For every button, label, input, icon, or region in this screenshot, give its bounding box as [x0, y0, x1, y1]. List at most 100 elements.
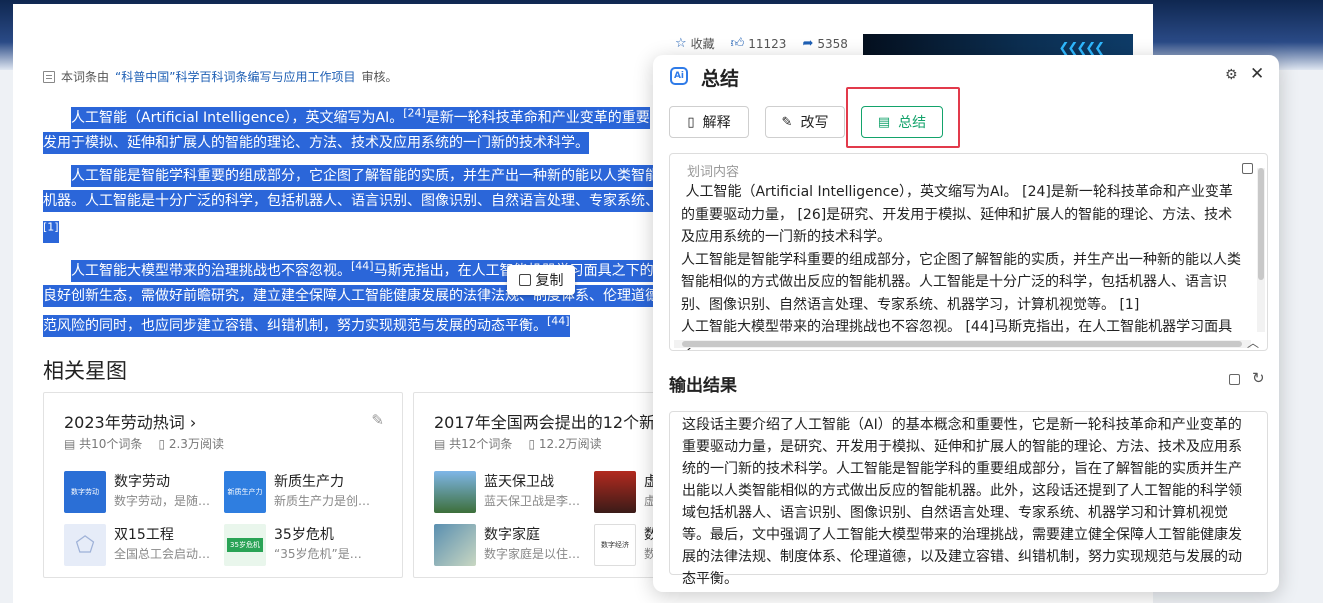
item-name: 双15工程: [114, 527, 174, 543]
copy-button[interactable]: 复制: [507, 265, 575, 295]
like-button[interactable]: 👍︎ 11123: [731, 36, 787, 51]
item-thumbnail: 数字经济: [594, 524, 636, 566]
citation-link[interactable]: [24]: [403, 106, 426, 119]
close-icon[interactable]: ✕: [1250, 64, 1264, 84]
read-count: ▯ 12.2万阅读: [528, 437, 602, 451]
item-thumbnail: [594, 471, 636, 513]
article-paragraph: 人工智能（Artificial Intelligence），英文缩写为AI。[2…: [43, 100, 658, 156]
share-count: 5358: [817, 36, 848, 51]
entry-count-text: 共12个词条: [449, 437, 513, 451]
item-thumbnail: 数字劳动: [64, 471, 106, 513]
item-desc: 数字家庭是以住…: [484, 547, 581, 561]
item-name: 数字劳动: [114, 474, 170, 490]
share-icon: ➦: [802, 36, 814, 51]
item-name: 数字家庭: [484, 527, 540, 543]
ai-assistant-panel: Ai 总结 ⚙ ✕ ▯ 解释 ✎ 改写 ▤ 总结 划词内容 人工智能（Artif…: [653, 55, 1279, 592]
panel-title: 总结: [701, 68, 740, 90]
copy-icon[interactable]: [1242, 163, 1253, 174]
card-item[interactable]: ⬠ 双15工程 全国总工会启动…: [64, 524, 214, 566]
card-meta: ▤ 共12个词条 ▯ 12.2万阅读: [434, 435, 602, 452]
gear-icon[interactable]: ⚙: [1225, 67, 1238, 83]
item-thumbnail: 新质生产力: [224, 471, 266, 513]
like-count: 11123: [748, 36, 787, 51]
card-item[interactable]: 新质生产力 新质生产力 新质生产力是创…: [224, 471, 374, 513]
item-desc: 数字劳动，是随…: [114, 494, 211, 508]
read-count: ▯ 2.3万阅读: [158, 437, 224, 451]
review-note-prefix: 本词条由: [61, 70, 110, 84]
item-name: 35岁危机: [274, 527, 334, 543]
horizontal-scrollbar[interactable]: [674, 340, 1251, 348]
selected-text: 机器。人工智能是十分广泛的科学，包括机器人、语言识别、图像识别、自然语言处理、专…: [43, 190, 659, 212]
related-card[interactable]: 2023年劳动热词 › ✎ ▤ 共10个词条 ▯ 2.3万阅读 数字劳动 数字劳…: [43, 392, 403, 578]
thumb-label: 35岁危机: [227, 538, 263, 552]
refresh-icon[interactable]: ↻: [1252, 369, 1265, 387]
item-thumbnail: [434, 471, 476, 513]
arrows-icon: ❮❮❮❮❮: [1058, 41, 1105, 56]
chevron-right-icon: ›: [189, 413, 197, 432]
rewrite-button[interactable]: ✎ 改写: [765, 106, 845, 138]
entry-count-text: 共10个词条: [79, 437, 143, 451]
read-count-text: 2.3万阅读: [168, 437, 224, 451]
highlight-box: [846, 87, 960, 148]
source-text: 人工智能（Artificial Intelligence），英文缩写为AI。 […: [681, 184, 1241, 350]
favorite-label: 收藏: [690, 37, 715, 51]
card-item[interactable]: 蓝天保卫战 蓝天保卫战是李…: [434, 471, 584, 513]
star-icon: ☆: [675, 36, 687, 51]
chevron-up-icon[interactable]: ︿: [1247, 334, 1259, 350]
share-button[interactable]: ➦ 5358: [802, 36, 847, 51]
citation-link[interactable]: [44]: [351, 259, 374, 272]
edit-icon[interactable]: ✎: [371, 411, 384, 429]
selected-text: 发用于模拟、延伸和扩展人的智能的理论、方法、技术及应用系统的一门新的技术科学。: [43, 131, 589, 154]
citation-link[interactable]: [1]: [43, 220, 59, 233]
item-thumbnail: 35岁危机: [224, 524, 266, 566]
selected-text-box[interactable]: 划词内容 人工智能（Artificial Intelligence），英文缩写为…: [669, 153, 1268, 351]
article-stats: ☆ 收藏 👍︎ 11123 ➦ 5358: [675, 35, 848, 52]
card-item[interactable]: 数字家庭 数字家庭是以住…: [434, 524, 584, 566]
vertical-scrollbar[interactable]: [1257, 168, 1265, 332]
item-name: 新质生产力: [274, 474, 344, 490]
item-desc: 新质生产力是创…: [274, 494, 371, 508]
favorite-button[interactable]: ☆ 收藏: [675, 35, 715, 52]
entry-count: ▤ 共10个词条: [64, 437, 143, 451]
item-desc: “35岁危机”是…: [274, 547, 362, 561]
output-text[interactable]: 这段话主要介绍了人工智能（AI）的基本概念和重要性，它是新一轮科技革命和产业变革…: [669, 411, 1268, 587]
item-desc: 全国总工会启动…: [114, 547, 211, 561]
copy-icon: [518, 274, 531, 286]
citation-link[interactable]: [44]: [547, 315, 570, 328]
book-icon: ▯: [687, 114, 695, 130]
copy-label: 复制: [535, 273, 564, 289]
placeholder-logo-icon: ⬠: [64, 524, 106, 566]
thumbs-up-icon: 👍︎: [730, 36, 745, 51]
ai-logo-icon: Ai: [670, 67, 688, 85]
selected-text: 人工智能大模型带来的治理挑战也不容忽视。: [71, 259, 351, 282]
copy-icon[interactable]: [1229, 374, 1240, 385]
card-title[interactable]: 2023年劳动热词 ›: [64, 409, 196, 433]
card-item[interactable]: 数字劳动 数字劳动 数字劳动，是随…: [64, 471, 214, 513]
card-meta: ▤ 共10个词条 ▯ 2.3万阅读: [64, 435, 224, 452]
item-name: 蓝天保卫战: [484, 474, 554, 490]
explain-button[interactable]: ▯ 解释: [669, 106, 749, 138]
selected-text: 范风险的同时，也应同步建立容错、纠错机制，努力实现规范与发展的动态平衡。: [43, 315, 547, 338]
output-title: 输出结果: [669, 376, 737, 396]
review-note-suffix: 审核。: [361, 70, 398, 84]
selected-text: 人工智能是智能学科重要的组成部分，它企图了解智能的实质，并生产出一种新的能以人类…: [71, 165, 659, 187]
explain-label: 解释: [702, 115, 731, 131]
item-thumbnail: [434, 524, 476, 566]
read-count-text: 12.2万阅读: [538, 437, 602, 451]
source-label: 划词内容: [687, 165, 740, 180]
review-project-link[interactable]: “科普中国”科学百科词条编写与应用工作项目: [115, 68, 355, 85]
card-title[interactable]: 2017年全国两会提出的12个新词: [434, 409, 671, 433]
rewrite-label: 改写: [800, 115, 829, 131]
item-desc: 蓝天保卫战是李…: [484, 494, 581, 508]
document-icon: [43, 70, 55, 83]
entry-count: ▤ 共12个词条: [434, 437, 513, 451]
pen-icon: ✎: [781, 114, 793, 130]
review-note: 本词条由 “科普中国”科学百科词条编写与应用工作项目 审核。: [43, 68, 397, 85]
article-paragraph: 人工智能是智能学科重要的组成部分，它企图了解智能的实质，并生产出一种新的能以人类…: [43, 164, 659, 245]
card-item[interactable]: 35岁危机 35岁危机 “35岁危机”是…: [224, 524, 374, 566]
related-section-title: 相关星图: [43, 359, 127, 383]
selected-text: 人工智能（Artificial Intelligence），英文缩写为AI。: [71, 106, 404, 129]
selected-text: 是新一轮科技革命和产业变革的重要: [425, 106, 650, 129]
card-title-text: 2017年全国两会提出的12个新词: [434, 413, 672, 432]
card-title-text: 2023年劳动热词: [64, 413, 185, 432]
